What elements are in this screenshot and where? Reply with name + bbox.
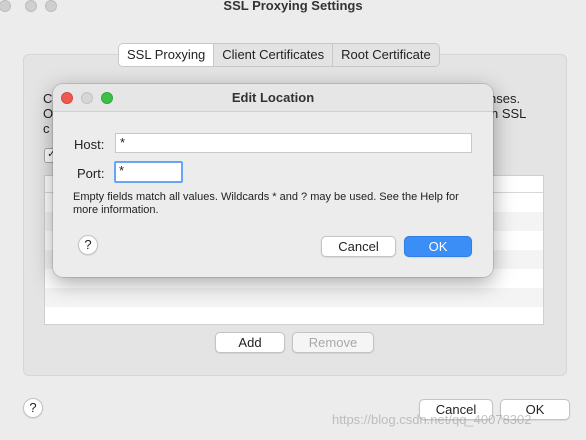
tab-ssl-proxying[interactable]: SSL Proxying bbox=[119, 44, 215, 66]
help-button[interactable]: ? bbox=[23, 398, 43, 418]
dialog-cancel-button[interactable]: Cancel bbox=[321, 236, 396, 257]
description-text-fragment: O bbox=[43, 106, 54, 121]
description-text-fragment: nses. bbox=[489, 91, 521, 106]
window-title: SSL Proxying Settings bbox=[223, 0, 363, 13]
tab-root-certificate[interactable]: Root Certificate bbox=[333, 44, 439, 66]
wildcard-help-text: Empty fields match all values. Wildcards… bbox=[73, 191, 459, 216]
dialog-title: Edit Location bbox=[231, 90, 315, 105]
description-text-fragment: n SSL bbox=[491, 106, 527, 121]
window-titlebar: SSL Proxying Settings bbox=[0, 0, 586, 20]
add-button[interactable]: Add bbox=[215, 332, 285, 353]
host-input[interactable]: * bbox=[115, 133, 472, 153]
description-text-fragment: c bbox=[43, 121, 50, 136]
port-input[interactable]: * bbox=[114, 161, 183, 183]
table-row[interactable] bbox=[45, 288, 543, 307]
dialog-titlebar: Edit Location bbox=[53, 84, 493, 112]
description-text-fragment: C bbox=[43, 91, 53, 106]
edit-location-dialog: Edit Location Host: * Port: * Empty fiel… bbox=[53, 84, 493, 277]
tab-bar: SSL Proxying Client Certificates Root Ce… bbox=[118, 43, 440, 67]
host-label: Host: bbox=[74, 137, 105, 152]
port-label: Port: bbox=[77, 166, 105, 181]
dialog-ok-button[interactable]: OK bbox=[404, 236, 472, 257]
dialog-help-button[interactable]: ? bbox=[78, 235, 98, 255]
remove-button[interactable]: Remove bbox=[292, 332, 374, 353]
watermark-text: https://blog.csdn.net/qq_40078302 bbox=[332, 412, 532, 427]
tab-client-certificates[interactable]: Client Certificates bbox=[214, 44, 334, 66]
table-row[interactable] bbox=[45, 307, 543, 326]
